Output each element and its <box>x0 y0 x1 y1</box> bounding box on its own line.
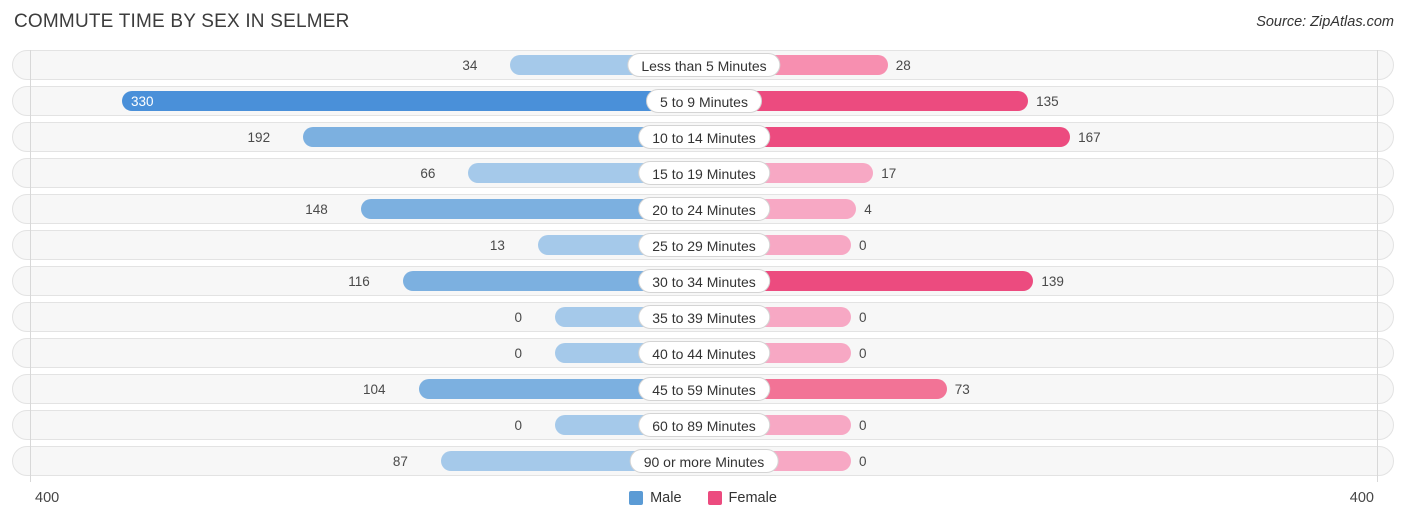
legend-label-male: Male <box>650 490 682 506</box>
chart-row: 34 28 Less than 5 Minutes <box>12 50 1394 80</box>
value-label-female: 0 <box>859 310 867 325</box>
category-label: 15 to 19 Minutes <box>638 161 770 185</box>
value-label-male: 66 <box>420 166 436 181</box>
value-label-male: 0 <box>514 310 522 325</box>
chart-header: COMMUTE TIME BY SEX IN SELMER Source: Zi… <box>0 0 1406 46</box>
axis-line-right <box>1377 50 1378 482</box>
page-title: COMMUTE TIME BY SEX IN SELMER <box>14 11 350 32</box>
chart-plot-area: 34 28 Less than 5 Minutes 330 135 5 to 9 Minu… <box>0 46 1406 484</box>
chart-row: 66 17 15 to 19 Minutes <box>12 158 1394 188</box>
chart-row: 104 73 45 to 59 Minutes <box>12 374 1394 404</box>
value-label-female: 139 <box>1041 274 1064 289</box>
value-label-female: 167 <box>1078 130 1101 145</box>
value-label-female: 0 <box>859 418 867 433</box>
category-label: 10 to 14 Minutes <box>638 125 770 149</box>
bar-male[interactable] <box>122 91 703 111</box>
chart-row: 0 0 60 to 89 Minutes <box>12 410 1394 440</box>
category-label: 40 to 44 Minutes <box>638 341 770 365</box>
value-label-male: 34 <box>462 58 478 73</box>
category-label: 45 to 59 Minutes <box>638 377 770 401</box>
legend-swatch-female-icon <box>707 491 722 505</box>
category-label: 20 to 24 Minutes <box>638 197 770 221</box>
value-label-male: 0 <box>514 418 522 433</box>
chart-row: 0 0 35 to 39 Minutes <box>12 302 1394 332</box>
chart-row: 192 167 10 to 14 Minutes <box>12 122 1394 152</box>
value-label-male: 116 <box>348 274 370 289</box>
value-label-female: 135 <box>1036 94 1059 109</box>
value-label-male: 148 <box>305 202 328 217</box>
chart-footer: 400 400 Male Female <box>0 484 1406 523</box>
chart-row: 330 135 5 to 9 Minutes <box>12 86 1394 116</box>
legend-item-male[interactable]: Male <box>629 490 682 506</box>
category-label: 25 to 29 Minutes <box>638 233 770 257</box>
category-label: 30 to 34 Minutes <box>638 269 770 293</box>
legend-item-female[interactable]: Female <box>707 490 777 506</box>
value-label-female: 73 <box>954 382 970 397</box>
value-label-male: 0 <box>514 346 522 361</box>
value-label-male: 104 <box>363 382 386 397</box>
value-label-female: 4 <box>864 202 872 217</box>
chart-row: 116 139 30 to 34 Minutes <box>12 266 1394 296</box>
category-label: Less than 5 Minutes <box>627 53 781 77</box>
chart-row: 0 0 40 to 44 Minutes <box>12 338 1394 368</box>
chart-row: 87 0 90 or more Minutes <box>12 446 1394 476</box>
value-label-female: 0 <box>859 346 867 361</box>
value-label-female: 28 <box>895 58 911 73</box>
category-label: 90 or more Minutes <box>629 449 779 473</box>
value-label-female: 0 <box>859 238 867 253</box>
value-label-male: 13 <box>489 238 505 253</box>
value-label-female: 17 <box>881 166 897 181</box>
value-label-male: 330 <box>131 94 154 109</box>
category-label: 60 to 89 Minutes <box>638 413 770 437</box>
chart-row: 148 4 20 to 24 Minutes <box>12 194 1394 224</box>
value-label-male: 192 <box>247 130 271 145</box>
legend-label-female: Female <box>728 490 777 506</box>
axis-line-left <box>30 50 31 482</box>
category-label: 35 to 39 Minutes <box>638 305 770 329</box>
source-attribution: Source: ZipAtlas.com <box>1256 14 1394 30</box>
chart-legend: Male Female <box>0 490 1406 506</box>
legend-swatch-male-icon <box>629 491 644 505</box>
value-label-female: 0 <box>859 454 867 469</box>
chart-row: 13 0 25 to 29 Minutes <box>12 230 1394 260</box>
category-label: 5 to 9 Minutes <box>646 89 762 113</box>
value-label-male: 87 <box>392 454 408 469</box>
